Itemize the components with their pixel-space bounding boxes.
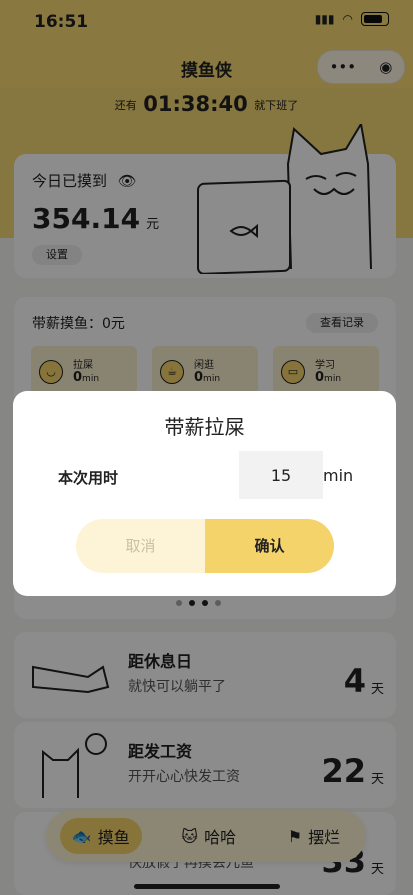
duration-input[interactable] xyxy=(239,451,323,499)
modal-label: 本次用时 xyxy=(58,469,119,487)
modal-title: 带薪拉屎 xyxy=(164,415,245,439)
confirm-button[interactable]: 确认 xyxy=(205,519,334,573)
modal-unit: min xyxy=(323,466,354,485)
cancel-button[interactable]: 取消 xyxy=(76,519,205,573)
duration-modal: 带薪拉屎 本次用时 min 取消 确认 xyxy=(13,391,396,596)
modal-actions: 取消 确认 xyxy=(76,519,334,573)
